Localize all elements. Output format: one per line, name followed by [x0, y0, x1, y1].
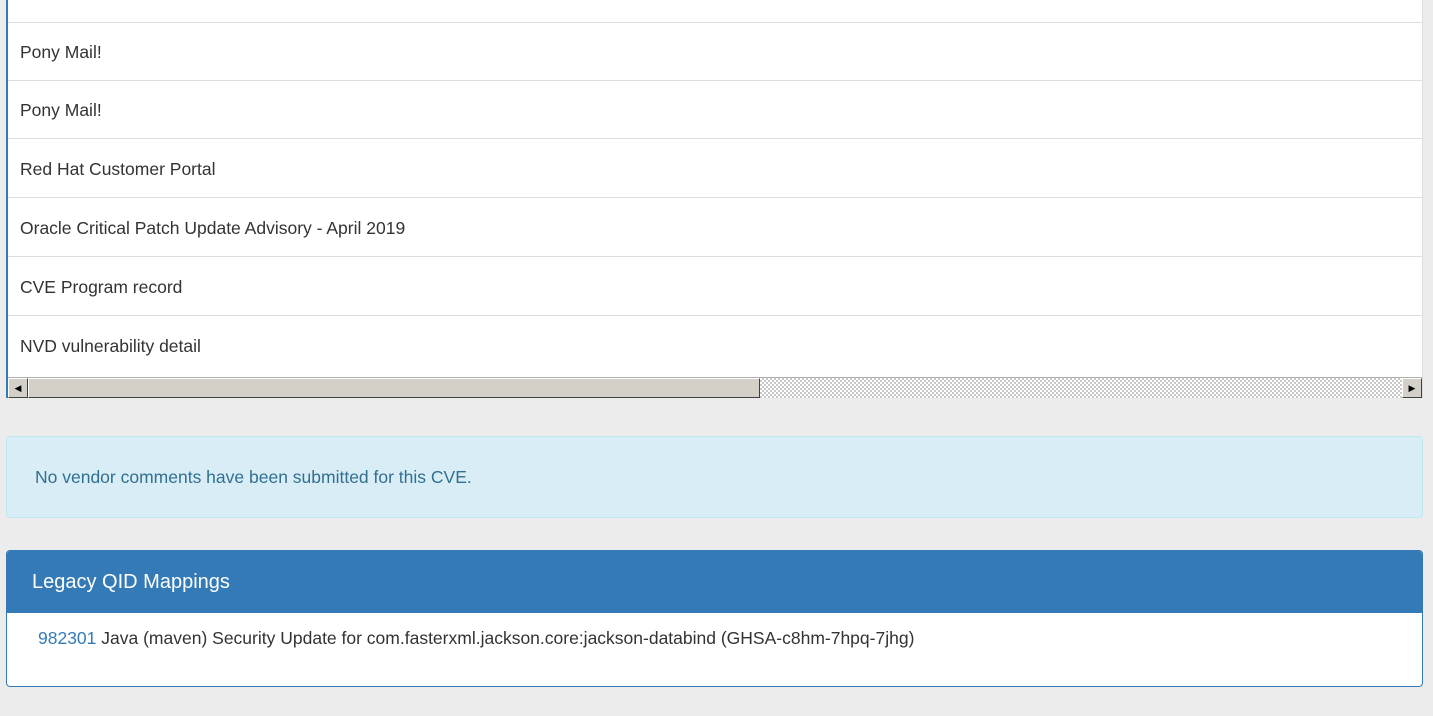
panel-title: Legacy QID Mappings [32, 571, 230, 593]
reference-link[interactable]: NVD vulnerability detail [20, 336, 201, 356]
table-row[interactable]: CVE Program record [8, 258, 1422, 316]
table-row[interactable]: Oracle Critical Patch Update Advisory - … [8, 199, 1422, 257]
references-table: Pony Mail! Pony Mail! Red Hat Customer P… [6, 0, 1423, 398]
qid-mapping-item: 982301 Java (maven) Security Update for … [38, 627, 914, 649]
table-row[interactable]: Pony Mail! [8, 23, 1422, 81]
arrow-right-icon[interactable]: ▶ [1402, 378, 1422, 398]
vendor-comments-message: No vendor comments have been submitted f… [35, 467, 472, 487]
table-row[interactable]: Pony Mail! [8, 81, 1422, 139]
arrow-left-icon[interactable]: ◀ [8, 378, 28, 398]
panel-body: 982301 Java (maven) Security Update for … [7, 613, 1422, 686]
vendor-comments-alert: No vendor comments have been submitted f… [6, 436, 1423, 518]
panel-heading: Legacy QID Mappings [7, 551, 1422, 613]
table-row[interactable]: Red Hat Customer Portal [8, 140, 1422, 198]
reference-link[interactable]: Pony Mail! [20, 100, 102, 120]
reference-link[interactable]: Oracle Critical Patch Update Advisory - … [20, 218, 405, 238]
legacy-qid-panel: Legacy QID Mappings 982301 Java (maven) … [6, 550, 1423, 687]
reference-link[interactable]: CVE Program record [20, 277, 182, 297]
scrollbar-thumb[interactable] [28, 378, 760, 398]
qid-link[interactable]: 982301 [38, 628, 96, 648]
horizontal-scrollbar[interactable]: ◀ ▶ [8, 377, 1422, 398]
reference-link[interactable]: Red Hat Customer Portal [20, 159, 216, 179]
table-row [8, 0, 1422, 23]
table-row[interactable]: NVD vulnerability detail [8, 317, 1422, 377]
reference-link[interactable]: Pony Mail! [20, 42, 102, 62]
qid-description: Java (maven) Security Update for com.fas… [101, 628, 915, 648]
